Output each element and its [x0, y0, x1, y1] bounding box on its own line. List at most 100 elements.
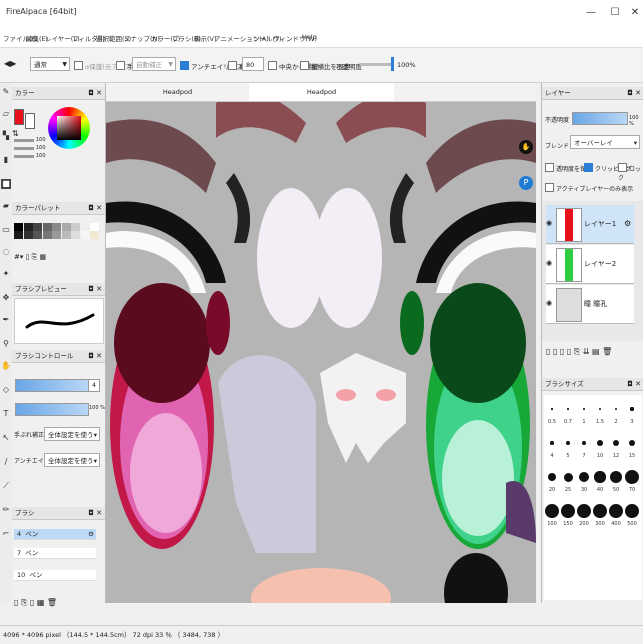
brush-size-dot[interactable] — [609, 504, 623, 518]
brush-size-dot[interactable] — [609, 470, 623, 484]
operation-tool-icon[interactable]: ↖ — [1, 433, 11, 443]
brush-size-dot[interactable] — [625, 470, 639, 484]
close-button[interactable]: ✕ — [624, 4, 643, 22]
select-tool-icon[interactable]: ▭ — [1, 225, 11, 235]
brush-item[interactable]: 7 ペン — [14, 548, 96, 559]
palette-swatch[interactable] — [42, 223, 52, 231]
canvas-area[interactable] — [106, 83, 536, 603]
thickness-input[interactable]: 80 — [242, 57, 264, 71]
brush-hand-correction-select[interactable]: 全体設定を使う ▾ — [44, 427, 100, 441]
layer-item[interactable]: ◉ レイヤー1 ⚙ — [546, 205, 634, 244]
color-wheel[interactable] — [48, 107, 90, 149]
hand-tool-icon[interactable]: ✋ — [1, 361, 11, 371]
palette-swatch[interactable] — [23, 231, 33, 239]
brush-size-dot[interactable] — [614, 407, 618, 411]
hand-correction-select[interactable]: 自動補正 ▼ — [132, 57, 176, 71]
primary-color-swatch[interactable] — [14, 109, 24, 125]
brush-size-dot[interactable] — [561, 504, 575, 518]
palette-swatch[interactable] — [61, 223, 71, 231]
layer-item[interactable]: ◉ レイヤー2 — [546, 245, 634, 284]
palette-menu-icon[interactable]: #▾ ▯ ⎘ ▦ — [14, 253, 46, 262]
shape-tool-icon[interactable]: ◇ — [1, 385, 11, 395]
secondary-color-swatch[interactable] — [25, 113, 35, 129]
brush-size-dot[interactable] — [597, 440, 603, 446]
palette-swatch[interactable] — [80, 223, 90, 231]
tab-headpod-2[interactable]: Headpod — [249, 83, 394, 101]
panel-float-close-icon[interactable]: ◘ ✕ — [627, 87, 641, 100]
brush-size-dot[interactable] — [630, 407, 634, 411]
value-slider[interactable] — [14, 155, 34, 158]
palette-swatch[interactable] — [23, 223, 33, 231]
palette-swatch[interactable] — [42, 231, 52, 239]
brush-item[interactable]: 4 ペン ⚙ — [14, 529, 96, 540]
palette-swatch[interactable] — [90, 223, 99, 231]
gear-icon[interactable]: ⚙ — [624, 219, 631, 228]
pen-pressure-icon[interactable]: P — [519, 176, 533, 190]
brush-tip-icon[interactable]: ⌐ — [1, 529, 11, 539]
saturation-square[interactable] — [57, 116, 81, 140]
move-tool-icon[interactable]: ✥ — [1, 293, 11, 303]
palette-swatch[interactable] — [14, 223, 23, 231]
palette-swatch[interactable] — [90, 231, 99, 239]
palette-swatch[interactable] — [80, 231, 90, 239]
palette-swatch[interactable] — [33, 223, 42, 231]
palette-swatch[interactable] — [61, 231, 71, 239]
brush-toolbar-icons[interactable]: ▯ ⎘ ▯ ▦ 🗑 — [14, 598, 57, 608]
eraser-tool-icon[interactable]: ▱ — [1, 109, 11, 119]
gear-icon[interactable]: ⚙ — [88, 529, 94, 540]
panel-float-close-icon[interactable]: ◘ ✕ — [88, 507, 102, 520]
palette-swatch[interactable] — [52, 223, 61, 231]
brush-size-dot[interactable] — [565, 440, 570, 445]
saturation-slider[interactable] — [14, 147, 34, 150]
brush-size-value[interactable]: 4 — [88, 379, 100, 392]
brush-item[interactable]: 10 ペン — [14, 570, 96, 581]
brush-antialias-select[interactable]: 全体設定を使う ▾ — [44, 453, 100, 467]
pencil-tool-icon[interactable]: ✏ — [1, 505, 11, 515]
brush-size-dot[interactable] — [598, 407, 602, 411]
panel-float-close-icon[interactable]: ◘ ✕ — [88, 87, 102, 100]
palette-swatch[interactable] — [14, 231, 23, 239]
fill-tool-icon[interactable]: ▮ — [1, 155, 11, 165]
panel-float-close-icon[interactable]: ◘ ✕ — [88, 283, 102, 296]
eye-icon[interactable]: ◉ — [546, 259, 552, 267]
panel-float-close-icon[interactable]: ◘ ✕ — [88, 350, 102, 363]
text-tool-icon[interactable]: T — [1, 409, 11, 419]
active-only-checkbox[interactable]: アクティブレイヤーのみ表示 — [545, 183, 633, 193]
layer-item[interactable]: ◉ 瞳 瞳孔 — [546, 285, 634, 324]
brush-size-slider[interactable] — [15, 379, 89, 392]
eyedropper-icon[interactable]: ⚲ — [1, 339, 11, 349]
brush-size-dot[interactable] — [567, 408, 569, 410]
shortcut-icon[interactable]: ✋ — [519, 140, 533, 154]
maximize-button[interactable]: ☐ — [604, 4, 626, 22]
brush-size-dot[interactable] — [625, 504, 639, 518]
divide-tool-icon[interactable]: ⟋ — [1, 481, 11, 491]
brush-size-dot[interactable] — [547, 472, 557, 482]
dot-tool-icon[interactable]: ▚ — [1, 131, 11, 141]
magic-wand-icon[interactable]: ✦ — [1, 269, 11, 279]
nav-back-icon[interactable]: ◀▶ — [4, 59, 16, 68]
gradient-tool-icon[interactable]: ▰ — [1, 201, 11, 211]
palette-swatch[interactable] — [71, 231, 80, 239]
layer-opacity-slider[interactable] — [572, 112, 628, 125]
eye-icon[interactable]: ◉ — [546, 219, 552, 227]
tab-headpod-1[interactable]: Headpod — [106, 83, 249, 101]
eye-icon[interactable]: ◉ — [546, 299, 552, 307]
brush-size-dot[interactable] — [551, 408, 553, 410]
bucket-tool-icon[interactable]: ■ — [1, 179, 11, 189]
lasso-tool-icon[interactable]: ◌ — [1, 247, 11, 257]
brush-opacity-slider[interactable] — [15, 403, 89, 416]
minimize-button[interactable]: — — [580, 4, 602, 22]
opacity-slider-handle[interactable] — [391, 57, 394, 71]
brush-size-dot[interactable] — [628, 439, 636, 447]
hue-slider[interactable] — [14, 139, 34, 142]
blend-mode-select[interactable]: 通常 ▼ — [30, 57, 70, 71]
brush-size-dot[interactable] — [612, 439, 620, 447]
palette-swatch[interactable] — [52, 231, 61, 239]
palette-swatch[interactable] — [71, 223, 80, 231]
pen-tool-icon[interactable]: ✎ — [1, 87, 11, 97]
brush-size-dot[interactable] — [581, 440, 587, 446]
brush-size-dot[interactable] — [579, 472, 589, 482]
brush-tool-icon[interactable]: ∕ — [1, 457, 11, 467]
swap-colors-icon[interactable]: ⇅ — [12, 129, 22, 138]
brush-size-dot[interactable] — [577, 504, 591, 518]
